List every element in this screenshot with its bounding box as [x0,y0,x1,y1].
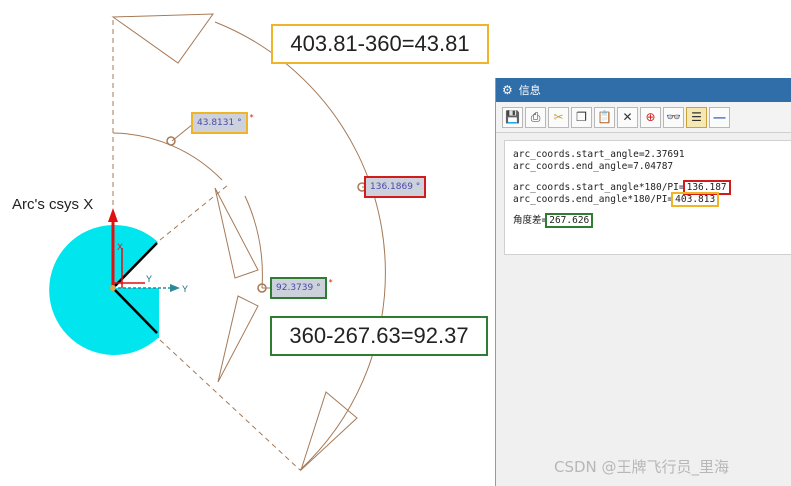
watermark: CSDN @王牌飞行员_里海 [554,458,730,476]
outer-arc [214,21,386,471]
cut-icon[interactable]: ✂ [548,106,569,128]
csys-y-arrow-icon [170,284,180,292]
csys-axis-x-label: X [117,242,123,252]
wrap-icon[interactable]: ☰ [686,106,707,128]
dim-handle-top[interactable] [166,136,176,146]
copy-icon[interactable]: ❐ [571,106,592,128]
minimize-icon[interactable]: — [709,106,730,128]
dim-star-bottom: * [328,278,333,287]
locate-icon[interactable]: ⊕ [640,106,661,128]
callout-top: 403.81-360=43.81 [271,24,489,64]
info-window: ⚙ 信息 💾 ⎙ ✂ ❐ 📋 ✕ ⊕ 👓 ☰ — arc_coords.star… [495,78,791,486]
find-icon[interactable]: 👓 [663,106,684,128]
dim-label-right[interactable]: 136.1869 ° [363,176,427,198]
arrowhead-top [111,13,214,64]
start-deg-prefix: arc_coords.start_angle*180/PI= [513,182,685,193]
angle-diff-value: 267.626 [545,213,594,228]
arrowhead-mid-lower [217,295,259,383]
info-toolbar: 💾 ⎙ ✂ ❐ 📋 ✕ ⊕ 👓 ☰ — [496,102,791,133]
dim-value-right: 136.1869 ° [370,182,421,192]
info-titlebar[interactable]: ⚙ 信息 [496,78,791,102]
print-icon[interactable]: ⎙ [525,106,546,128]
mid-arc [244,195,263,289]
paste-icon[interactable]: 📋 [594,106,615,128]
line-start-deg: arc_coords.start_angle*180/PI= 136.187 [513,180,791,195]
callout-bottom: 360-267.63=92.37 [270,316,488,356]
leader-top [171,123,194,142]
delete-icon[interactable]: ✕ [617,106,638,128]
line-end-angle: arc_coords.end_angle=7.04787 [513,161,674,172]
end-deg-value: 403.813 [671,192,720,207]
arrowhead-bottom [299,391,358,472]
cad-viewport[interactable]: X Y Y [0,0,495,486]
line-start-angle: arc_coords.start_angle=2.37691 [513,149,685,160]
save-icon[interactable]: 💾 [502,106,523,128]
dim-value-top: 43.8131 ° [197,118,242,128]
dim-label-top[interactable]: 43.8131 ° * [191,112,254,134]
info-text-area[interactable]: arc_coords.start_angle=2.37691 arc_coord… [504,140,791,255]
arrowhead-mid-upper [214,187,259,279]
csys-label: Arc's csys X [12,196,94,213]
csys-axis-y-label: Y [146,274,152,284]
dim-value-bottom: 92.3739 ° [276,283,321,293]
end-deg-prefix: arc_coords.end_angle*180/PI= [513,194,674,205]
line-end-deg: arc_coords.end_angle*180/PI= 403.813 [513,192,791,207]
dim-star-top: * [249,113,254,122]
csys-origin [110,285,116,291]
line-angle-diff: 角度差= 267.626 [513,213,791,228]
gear-icon: ⚙ [502,83,513,97]
dim-label-bottom[interactable]: 92.3739 ° * [270,277,333,299]
csys-axis-y-end-label: Y [182,284,188,294]
csys-x-arrow-icon [108,208,118,222]
angle-diff-prefix: 角度差= [513,215,548,226]
start-deg-value: 136.187 [682,180,731,195]
info-title: 信息 [518,84,541,97]
